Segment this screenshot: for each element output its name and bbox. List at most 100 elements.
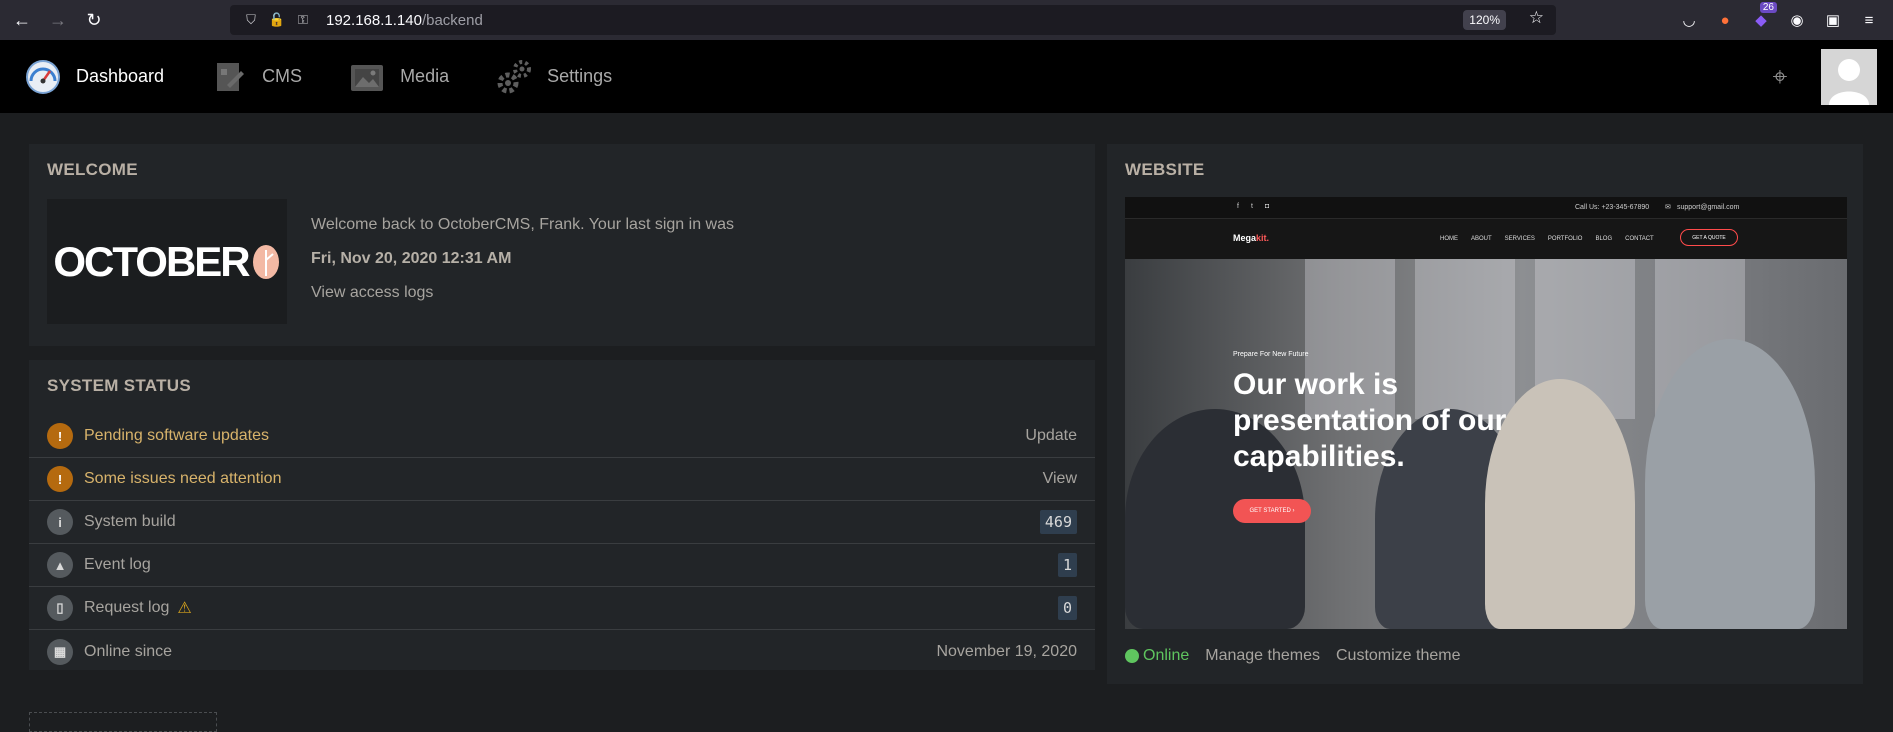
person-shape [1645,339,1815,629]
status-label: System build [84,513,176,530]
online-status: Online [1125,647,1189,665]
nav-cms[interactable]: CMS [186,40,324,113]
status-row-updates[interactable]: ! Pending software updates Update [29,415,1095,458]
backend-navigation: Dashboard CMS Media Settings ⌖ [0,40,1893,113]
preview-menu-item: HOME [1440,236,1458,242]
back-arrow-icon[interactable]: ← [4,2,40,38]
welcome-message: Welcome back to OctoberCMS, Frank. Your … [311,216,734,233]
system-status-widget: SYSTEM STATUS ! Pending software updates… [29,360,1095,670]
warning-triangle-icon: ⚠ [177,600,192,617]
extensions-area: ◡ ● ◆ 26 ◉ ▣ ≡ [1675,0,1893,40]
website-links: Online Manage themes Customize theme [1125,647,1460,665]
preview-brand: Megakit. [1233,233,1270,243]
nav-label-media: Media [400,66,450,86]
key-icon[interactable]: ⚿ [292,9,314,31]
url-text[interactable]: 192.168.1.140/backend [326,12,483,29]
forward-arrow-icon[interactable]: → [40,2,76,38]
welcome-widget: WELCOME OCTOBER Welcome back to OctoberC… [29,144,1095,346]
preview-menu-item: SERVICES [1504,236,1535,242]
preview-quote-button: GET A QUOTE [1680,229,1738,246]
warning-exclamation-icon: ! [47,423,73,449]
url-bar[interactable]: ⛉ 🔓 ⚿ 192.168.1.140/backend 120% ☆ [230,5,1556,35]
settings-gear-icon [495,58,533,96]
preview-menu-item: BLOG [1595,236,1613,242]
nav-media[interactable]: Media [324,40,471,113]
october-logo-text: OCTOBER [53,237,250,285]
warning-exclamation-icon: ! [47,466,73,492]
preview-menu-item: CONTACT [1625,236,1654,242]
extension-container-icon[interactable]: ▣ [1819,6,1847,34]
status-row-build: i System build 469 [29,501,1095,544]
media-icon [348,58,386,96]
extension-count-badge: 26 [1759,2,1777,13]
shield-icon[interactable]: ⛉ [240,9,262,31]
status-row-event-log[interactable]: ▲ Event log 1 [29,544,1095,587]
preview-headline: Our work is presentation of our capabili… [1233,368,1507,473]
preview-email-text: support@gmail.com [1677,204,1740,211]
preview-kicker: Prepare For New Future [1233,351,1309,358]
customize-theme-link[interactable]: Customize theme [1336,647,1461,665]
cms-icon [210,58,248,96]
status-label: Online since [84,642,173,660]
preview-cta-button: GET STARTED › [1233,499,1311,523]
view-link[interactable]: View [1043,470,1077,488]
preview-menu: HOME ABOUT SERVICES PORTFOLIO BLOG CONTA… [1440,236,1654,242]
status-label[interactable]: Some issues need attention [84,470,281,488]
document-icon: ▯ [47,595,73,621]
status-row-request-log[interactable]: ▯ Request log ⚠ 0 [29,587,1095,630]
website-widget: WEBSITE f t ◘ Call Us: +23-345-67890 ✉ s… [1107,144,1863,684]
info-icon: i [47,509,73,535]
manage-themes-link[interactable]: Manage themes [1205,647,1320,665]
browser-toolbar: ← → ↻ ⛉ 🔓 ⚿ 192.168.1.140/backend 120% ☆… [0,0,1893,40]
status-label[interactable]: Event log [84,556,151,574]
add-widget-placeholder[interactable] [29,712,217,732]
alert-triangle-icon: ▲ [47,552,73,578]
last-login-date: Fri, Nov 20, 2020 12:31 AM [311,250,512,267]
website-preview-screenshot[interactable]: f t ◘ Call Us: +23-345-67890 ✉ support@g… [1125,197,1847,629]
preview-menu-item: ABOUT [1471,236,1492,242]
instagram-icon: ◘ [1265,203,1270,210]
preview-menu-item: PORTFOLIO [1547,236,1583,242]
event-log-count-badge: 1 [1057,553,1077,577]
dashboard-gauge-icon [24,58,62,96]
bookmark-star-icon[interactable]: ☆ [1529,8,1544,28]
status-row-issues[interactable]: ! Some issues need attention View [29,458,1095,501]
status-label[interactable]: Pending software updates [84,427,269,445]
nav-label-settings: Settings [547,66,613,86]
welcome-title: WELCOME [47,160,138,179]
status-list: ! Pending software updates Update ! Some… [29,415,1095,673]
status-row-online-since: ▦ Online since November 19, 2020 [29,630,1095,673]
view-access-logs-link[interactable]: View access logs [311,284,433,302]
mail-icon: ✉ [1665,204,1671,211]
lock-icon[interactable]: 🔓 [266,9,288,31]
facebook-icon: f [1237,203,1239,210]
preview-call-text: Call Us: +23-345-67890 [1575,204,1650,211]
update-link[interactable]: Update [1025,427,1077,445]
extension-mask-icon[interactable]: ◉ [1783,6,1811,34]
nav-label-cms: CMS [262,66,303,86]
default-avatar-icon [1821,48,1877,105]
menu-hamburger-icon[interactable]: ≡ [1855,6,1883,34]
pocket-icon[interactable]: ◡ [1675,6,1703,34]
user-avatar[interactable] [1821,48,1877,105]
online-since-date: November 19, 2020 [936,642,1077,660]
preview-site-crosshair-icon[interactable]: ⌖ [1765,61,1795,92]
zoom-level-badge[interactable]: 120% [1463,10,1506,30]
request-log-count-badge: 0 [1057,596,1077,620]
nav-label-dashboard: Dashboard [76,66,165,86]
system-status-title: SYSTEM STATUS [47,376,192,395]
calendar-icon: ▦ [47,638,73,665]
extension-badge-icon[interactable]: ◆ 26 [1747,2,1777,34]
website-title: WEBSITE [1125,160,1205,179]
reload-icon[interactable]: ↻ [76,2,112,38]
twitter-icon: t [1251,203,1253,210]
october-logo: OCTOBER [47,199,287,324]
nav-dashboard[interactable]: Dashboard [0,40,186,113]
online-dot-icon [1125,649,1139,663]
october-leaf-icon [252,244,279,279]
nav-right-area: ⌖ [1765,40,1877,113]
nav-settings[interactable]: Settings [471,40,634,113]
status-label[interactable]: Request log [84,599,169,617]
extension-fox-icon[interactable]: ● [1711,6,1739,34]
preview-topbar: f t ◘ Call Us: +23-345-67890 ✉ support@g… [1125,197,1847,219]
